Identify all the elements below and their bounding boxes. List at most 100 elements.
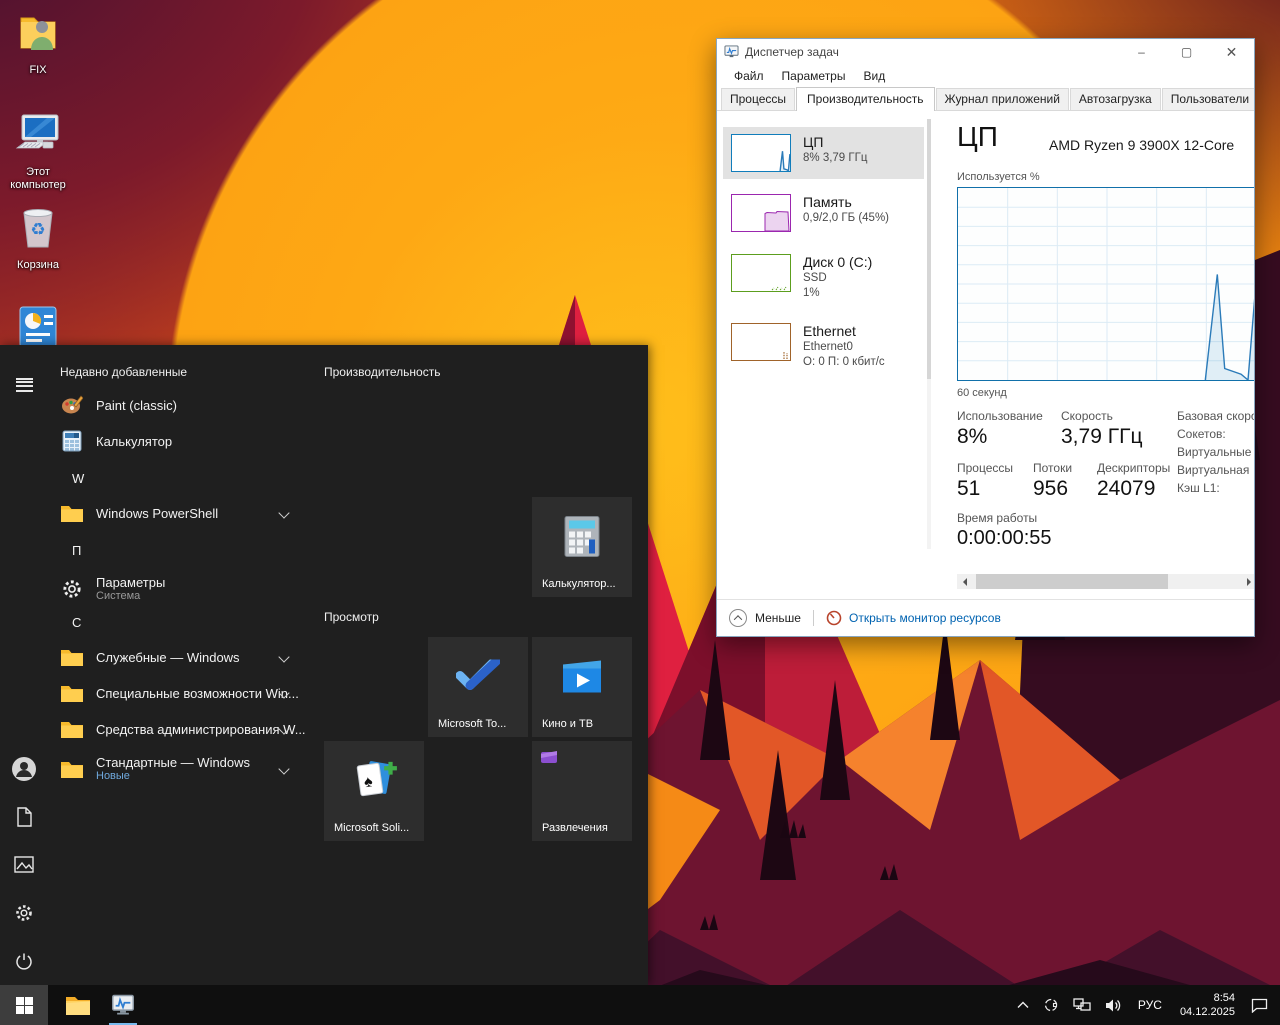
folder-item-label: Средства администрирования W... <box>96 722 306 737</box>
tray-time: 8:54 <box>1180 991 1235 1005</box>
stat-base-speed-label: Базовая скоро <box>1177 409 1254 423</box>
tile-entertainment[interactable]: Развлечения <box>532 741 632 841</box>
tab-app-history[interactable]: Журнал приложений <box>936 88 1069 110</box>
action-center-button[interactable] <box>1244 985 1280 1025</box>
sidebar-item-ethernet[interactable]: Ethernet Ethernet0 О: 0 П: 0 кбит/с <box>717 316 927 377</box>
app-item-sublabel: Система <box>96 590 165 603</box>
app-item-paint[interactable]: Paint (classic) <box>48 387 310 423</box>
tile-calculator[interactable]: Калькулятор... <box>532 497 632 597</box>
start-button[interactable] <box>0 985 48 1025</box>
desktop-icon-recycle-bin[interactable]: ♻ Корзина <box>0 203 76 272</box>
folder-item-admin-tools[interactable]: Средства администрирования W... <box>48 711 310 747</box>
tray-volume-button[interactable] <box>1098 985 1129 1025</box>
hamburger-menu-button[interactable] <box>0 355 48 403</box>
task-manager-titlebar[interactable]: Диспетчер задач – ▢ ✕ <box>717 39 1254 65</box>
sidebar-cpu-stats: 8% 3,79 ГГц <box>803 151 867 166</box>
maximize-button[interactable]: ▢ <box>1164 39 1209 65</box>
tray-language-indicator[interactable]: РУС <box>1129 998 1171 1012</box>
tab-users[interactable]: Пользователи <box>1162 88 1255 110</box>
close-button[interactable]: ✕ <box>1209 39 1254 65</box>
tile-label: Microsoft To... <box>438 718 506 730</box>
taskbar-task-manager-button[interactable] <box>101 985 145 1025</box>
sidebar-item-cpu[interactable]: ЦП 8% 3,79 ГГц <box>723 127 924 179</box>
folder-item-accessories[interactable]: Стандартные — Windows Новые <box>48 747 310 791</box>
taskbar-file-explorer-button[interactable] <box>56 985 100 1025</box>
folder-item-system-windows[interactable]: Служебные — Windows <box>48 639 310 675</box>
start-menu-tiles: Производительность Калькулятор... <box>324 345 648 985</box>
tray-clock[interactable]: 8:54 04.12.2025 <box>1171 991 1244 1019</box>
tile-microsoft-todo[interactable]: Microsoft To... <box>428 637 528 737</box>
svg-text:♻: ♻ <box>30 220 45 239</box>
tray-utility-button[interactable] <box>1036 985 1066 1025</box>
windows-logo-icon <box>16 997 33 1014</box>
minimize-button[interactable]: – <box>1119 39 1164 65</box>
app-item-label: Калькулятор <box>96 434 172 449</box>
calculator-tile-icon <box>564 516 600 563</box>
tray-network-button[interactable] <box>1066 985 1098 1025</box>
tab-processes[interactable]: Процессы <box>721 88 795 110</box>
sidebar-item-disk[interactable]: Диск 0 (C:) SSD 1% <box>717 247 927 308</box>
desktop-icon-this-pc[interactable]: Этот компьютер <box>0 112 76 192</box>
desktop-icon-label: Этот компьютер <box>0 166 76 192</box>
menu-view[interactable]: Вид <box>854 69 894 83</box>
tab-performance[interactable]: Производительность <box>796 87 934 111</box>
stat-handles-value: 24079 <box>1097 477 1155 501</box>
folder-item-new-badge: Новые <box>96 770 250 783</box>
recent-apps-header: Недавно добавленные <box>60 365 187 379</box>
sidebar-memory-name: Память <box>803 194 889 211</box>
stat-usage-label: Использование <box>957 409 1043 423</box>
pictures-button[interactable] <box>0 841 48 889</box>
scroll-left-arrow[interactable] <box>957 574 973 589</box>
tile-group-header-performance: Производительность <box>324 365 440 379</box>
sidebar-scrollbar[interactable] <box>927 119 931 549</box>
documents-button[interactable] <box>0 793 48 841</box>
scrollbar-thumb[interactable] <box>976 574 1168 589</box>
file-explorer-icon <box>65 994 91 1016</box>
folder-item-label: Стандартные — Windows Новые <box>96 755 250 783</box>
speaker-icon <box>1105 998 1122 1013</box>
paint-icon <box>60 393 84 417</box>
sidebar-memory-stats: 0,9/2,0 ГБ (45%) <box>803 211 889 226</box>
user-account-button[interactable] <box>0 745 48 793</box>
movies-tv-tile-icon <box>561 659 603 700</box>
desktop-icon-admin-tool[interactable] <box>0 305 76 345</box>
folder-item-label: Специальные возможности Win... <box>96 686 299 701</box>
settings-gear-icon <box>14 903 34 923</box>
settings-button[interactable] <box>0 889 48 937</box>
pictures-icon <box>14 856 34 874</box>
open-resource-monitor-link[interactable]: Открыть монитор ресурсов <box>826 610 1001 626</box>
user-avatar-icon <box>11 756 37 782</box>
horizontal-scrollbar[interactable] <box>957 574 1254 589</box>
resource-monitor-icon <box>826 610 842 626</box>
app-item-settings[interactable]: Параметры Система <box>48 567 310 611</box>
power-button[interactable] <box>0 937 48 985</box>
sidebar-ethernet-stats: О: 0 П: 0 кбит/с <box>803 355 885 370</box>
stat-threads-value: 956 <box>1033 477 1068 501</box>
fewer-details-button[interactable]: Меньше <box>729 609 801 627</box>
tray-utility-icon <box>1043 997 1059 1013</box>
tray-show-hidden-icons-button[interactable] <box>1010 985 1036 1025</box>
sidebar-item-memory[interactable]: Память 0,9/2,0 ГБ (45%) <box>717 187 927 239</box>
tile-solitaire[interactable]: ♠ Microsoft Soli... <box>324 741 424 841</box>
menu-options[interactable]: Параметры <box>773 69 855 83</box>
app-item-label: Paint (classic) <box>96 398 177 413</box>
network-ethernet-icon <box>1073 998 1091 1013</box>
action-center-icon <box>1251 998 1268 1013</box>
scroll-right-arrow[interactable] <box>1241 574 1254 589</box>
tile-movies-tv[interactable]: Кино и ТВ <box>532 637 632 737</box>
tab-startup[interactable]: Автозагрузка <box>1070 88 1161 110</box>
section-letter-w[interactable]: W <box>72 471 84 486</box>
stat-processes-value: 51 <box>957 477 980 501</box>
folder-item-accessibility[interactable]: Специальные возможности Win... <box>48 675 310 711</box>
section-letter-s[interactable]: С <box>72 615 81 630</box>
app-item-powershell[interactable]: Windows PowerShell <box>48 495 310 531</box>
section-letter-p[interactable]: П <box>72 543 81 558</box>
menu-file[interactable]: Файл <box>725 69 773 83</box>
window-title: Диспетчер задач <box>745 45 1119 59</box>
documents-icon <box>15 807 33 827</box>
desktop-icon-user-folder[interactable]: FIX <box>0 10 76 77</box>
app-item-calculator[interactable]: Калькулятор <box>48 423 310 459</box>
tile-label: Кино и ТВ <box>542 718 593 730</box>
collapse-icon <box>729 609 747 627</box>
tile-label: Калькулятор... <box>542 578 616 590</box>
